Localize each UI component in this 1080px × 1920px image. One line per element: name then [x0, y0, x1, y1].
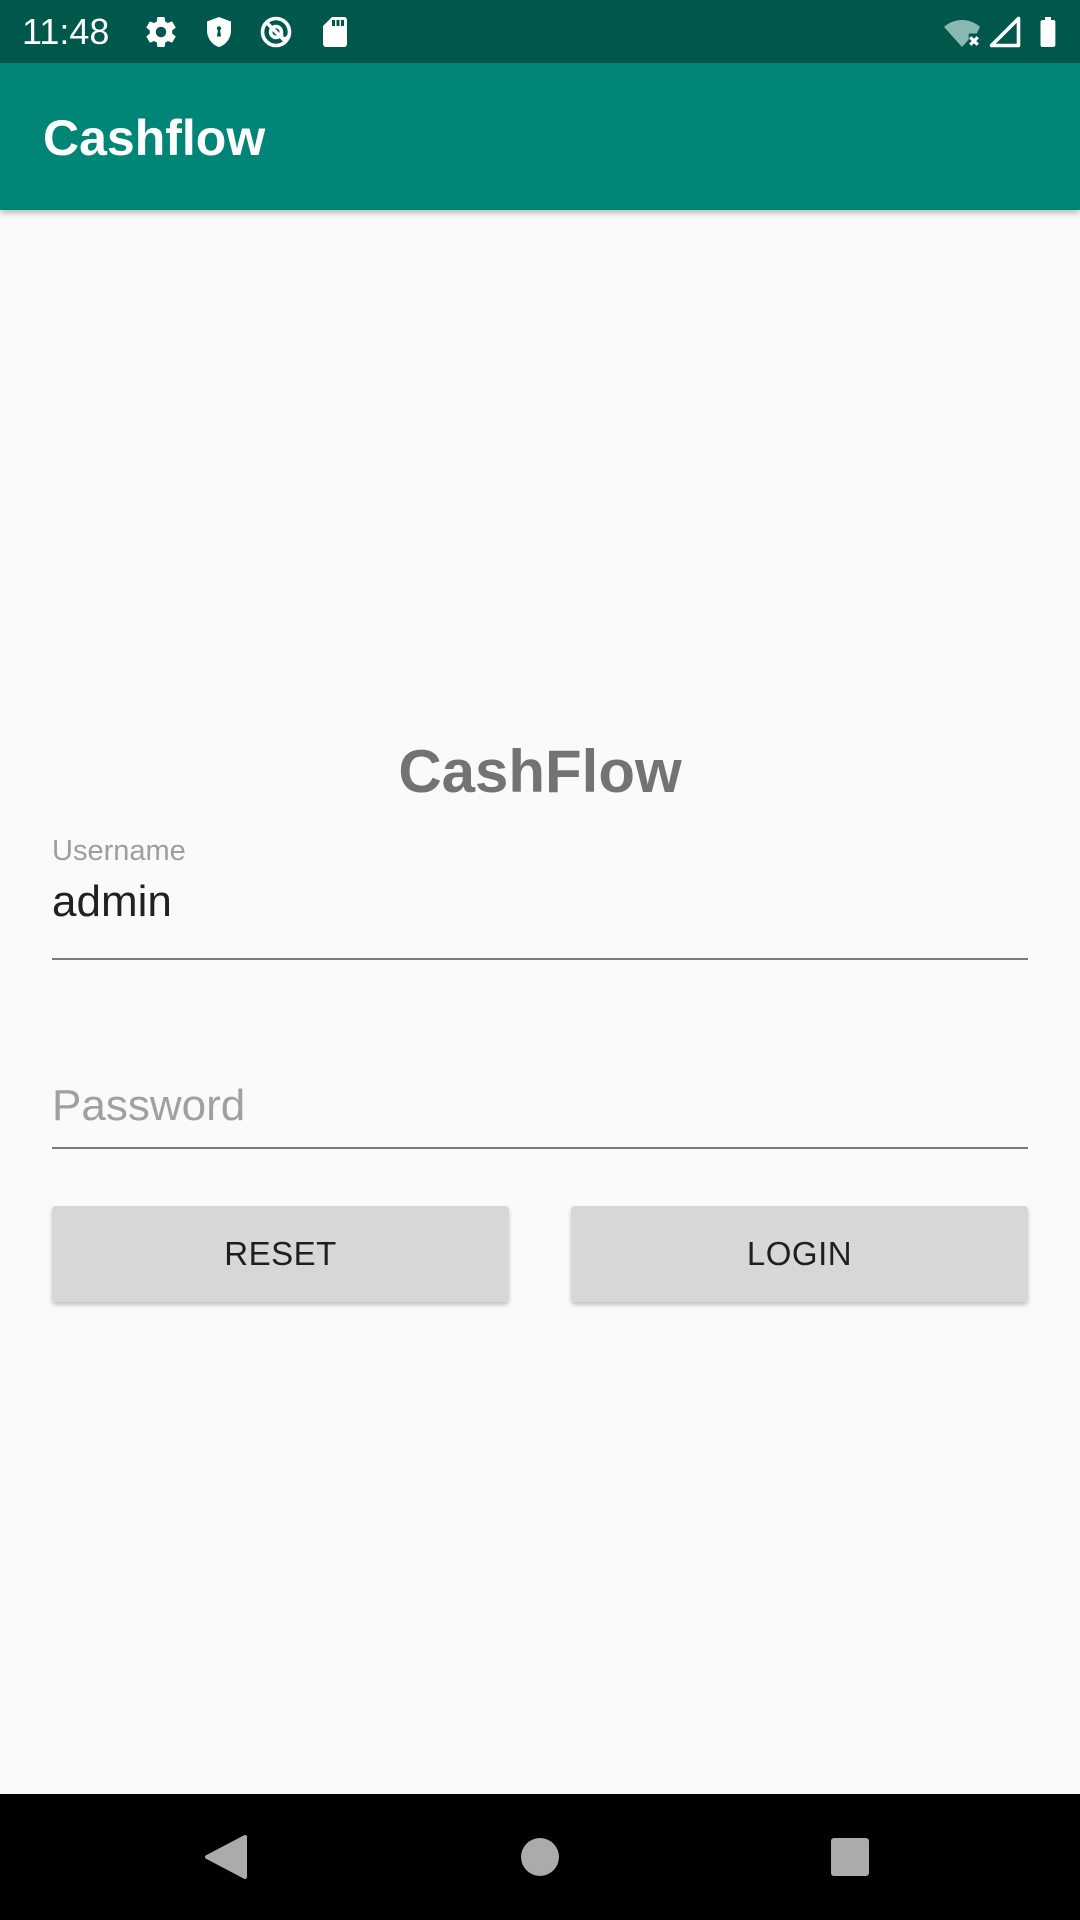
login-button[interactable]: LOGIN: [571, 1206, 1028, 1302]
at-sign-icon: [258, 14, 294, 50]
recents-icon[interactable]: [820, 1827, 880, 1887]
battery-icon: [1030, 14, 1066, 50]
app-title: Cashflow: [43, 110, 266, 166]
status-bar: 11:48: [0, 0, 1080, 63]
reset-button[interactable]: RESET: [52, 1206, 509, 1302]
password-underline: [52, 1147, 1028, 1149]
username-label: Username: [52, 835, 186, 867]
navigation-bar: [0, 1794, 1080, 1920]
brand-heading: CashFlow: [398, 738, 682, 805]
username-underline: [52, 958, 1028, 960]
app-bar: Cashflow: [0, 63, 1080, 210]
username-field: Username: [52, 834, 1028, 962]
back-icon[interactable]: [195, 1827, 255, 1887]
home-icon[interactable]: [510, 1827, 570, 1887]
password-field: [52, 1078, 1028, 1153]
password-input[interactable]: [52, 1078, 1028, 1134]
shield-icon: [201, 14, 237, 50]
status-time: 11:48: [22, 11, 110, 52]
username-input[interactable]: [52, 874, 1028, 930]
wifi-off-icon: [944, 14, 980, 50]
gear-icon: [143, 14, 179, 50]
login-screen: 11:48 Cashflow CashFlow Username admin R…: [0, 0, 1080, 1920]
cell-signal-icon: [987, 14, 1023, 50]
sd-card-icon: [317, 14, 353, 50]
